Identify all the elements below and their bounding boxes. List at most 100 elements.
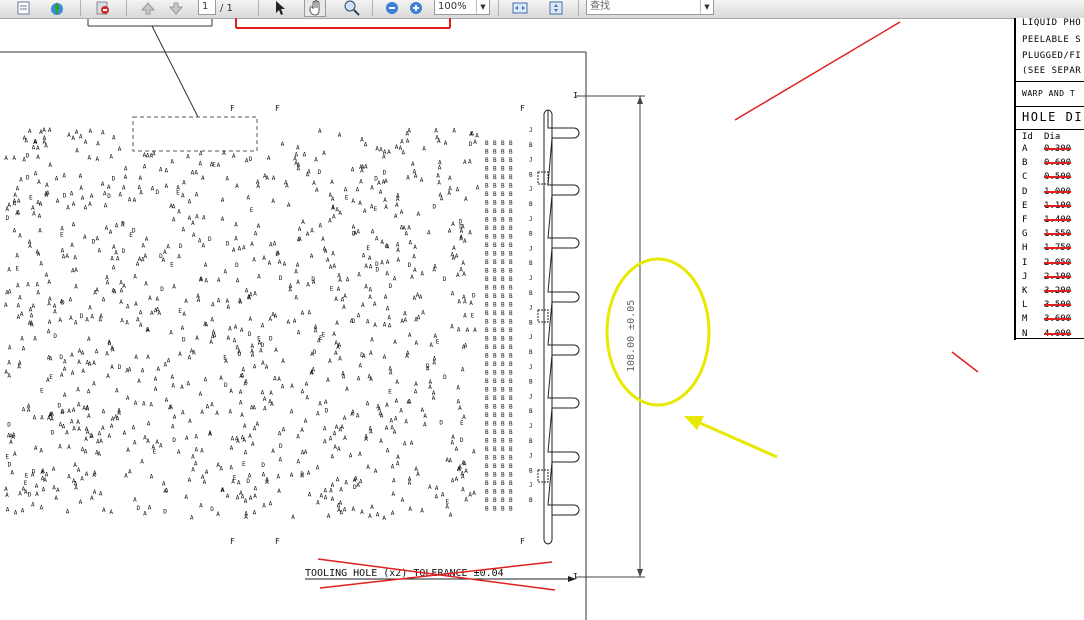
svg-text:A: A	[105, 350, 109, 357]
svg-text:D: D	[261, 462, 265, 469]
svg-text:A: A	[406, 350, 410, 357]
svg-text:D: D	[318, 169, 322, 176]
svg-text:A: A	[387, 149, 391, 156]
svg-text:A: A	[329, 192, 333, 199]
svg-text:A: A	[331, 482, 335, 489]
svg-text:A: A	[71, 370, 75, 377]
svg-text:B: B	[509, 208, 513, 215]
svg-text:A: A	[170, 159, 174, 166]
svg-text:A: A	[316, 464, 320, 471]
svg-text:A: A	[328, 358, 332, 365]
svg-text:A: A	[154, 386, 158, 393]
svg-text:A: A	[452, 128, 456, 135]
svg-text:A: A	[317, 338, 321, 345]
svg-text:A: A	[154, 376, 158, 383]
svg-text:A: A	[72, 221, 76, 228]
svg-text:E: E	[250, 207, 254, 214]
svg-text:A: A	[40, 415, 44, 422]
svg-text:A: A	[390, 425, 394, 432]
svg-text:B: B	[529, 142, 533, 149]
svg-text:A: A	[13, 192, 17, 199]
svg-text:D: D	[172, 437, 176, 444]
svg-text:A: A	[358, 200, 362, 207]
svg-text:A: A	[143, 152, 147, 159]
svg-text:A: A	[18, 294, 22, 301]
svg-text:A: A	[77, 426, 81, 433]
svg-text:A: A	[277, 488, 281, 495]
hole-id: H	[1022, 243, 1028, 254]
svg-text:B: B	[485, 438, 489, 445]
svg-text:B: B	[485, 353, 489, 360]
svg-text:B: B	[501, 191, 505, 198]
svg-text:A: A	[229, 388, 233, 395]
svg-text:A: A	[395, 202, 399, 209]
svg-text:B: B	[493, 157, 497, 164]
svg-text:A: A	[15, 253, 19, 260]
svg-text:B: B	[509, 395, 513, 402]
svg-text:A: A	[350, 411, 354, 418]
svg-text:A: A	[386, 306, 390, 313]
svg-text:A: A	[423, 422, 427, 429]
svg-text:A: A	[368, 513, 372, 520]
svg-text:A: A	[301, 389, 305, 396]
svg-text:D: D	[226, 240, 230, 247]
svg-text:A: A	[133, 496, 137, 503]
svg-text:A: A	[107, 184, 111, 191]
svg-text:A: A	[133, 197, 137, 204]
svg-text:A: A	[473, 327, 477, 334]
svg-text:B: B	[501, 251, 505, 258]
svg-text:A: A	[195, 192, 199, 199]
svg-text:A: A	[184, 494, 188, 501]
svg-text:A: A	[262, 503, 266, 510]
svg-text:B: B	[529, 201, 533, 208]
svg-text:A: A	[48, 412, 52, 419]
svg-text:A: A	[216, 462, 220, 469]
svg-text:A: A	[397, 257, 401, 264]
hole-id: C	[1022, 172, 1028, 183]
svg-text:D: D	[7, 421, 11, 428]
svg-text:B: B	[493, 183, 497, 190]
svg-text:A: A	[395, 398, 399, 405]
svg-text:D: D	[210, 506, 214, 513]
svg-text:B: B	[485, 361, 489, 368]
svg-text:A: A	[101, 130, 105, 137]
svg-text:A: A	[165, 183, 169, 190]
svg-text:A: A	[394, 213, 398, 220]
svg-text:J: J	[529, 305, 533, 312]
svg-text:A: A	[240, 327, 244, 334]
svg-text:B: B	[493, 463, 497, 470]
svg-text:D: D	[28, 491, 32, 498]
svg-text:D: D	[279, 443, 283, 450]
svg-text:A: A	[73, 255, 77, 262]
svg-text:A: A	[65, 430, 69, 437]
svg-text:A: A	[134, 301, 138, 308]
svg-text:A: A	[15, 210, 19, 217]
svg-text:B: B	[509, 438, 513, 445]
svg-text:A: A	[143, 511, 147, 518]
svg-text:B: B	[501, 472, 505, 479]
svg-text:A: A	[421, 310, 425, 317]
svg-text:A: A	[165, 168, 169, 175]
svg-text:A: A	[188, 418, 192, 425]
svg-text:A: A	[87, 413, 91, 420]
svg-text:A: A	[88, 154, 92, 161]
svg-text:B: B	[493, 480, 497, 487]
svg-text:A: A	[104, 202, 108, 209]
svg-text:B: B	[501, 166, 505, 173]
svg-text:D: D	[163, 508, 167, 515]
svg-text:A: A	[17, 363, 21, 370]
svg-text:A: A	[366, 401, 370, 408]
svg-text:D: D	[58, 403, 62, 410]
svg-text:A: A	[298, 236, 302, 243]
svg-text:B: B	[509, 242, 513, 249]
svg-text:A: A	[98, 430, 102, 437]
svg-text:A: A	[265, 364, 269, 371]
hole-id: A	[1022, 144, 1028, 154]
svg-text:B: B	[485, 200, 489, 207]
svg-text:A: A	[26, 282, 30, 289]
svg-text:A: A	[337, 503, 341, 510]
svg-text:A: A	[35, 483, 39, 490]
svg-text:A: A	[13, 200, 17, 207]
svg-text:A: A	[126, 303, 130, 310]
svg-text:A: A	[96, 141, 100, 148]
